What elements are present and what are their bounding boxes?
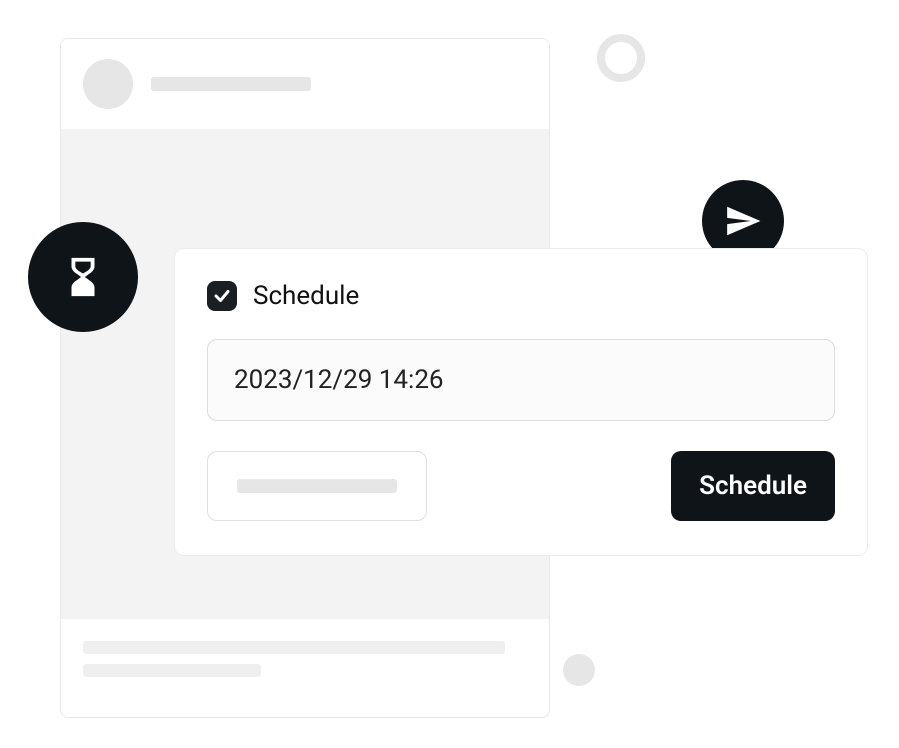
button-placeholder [237, 479, 397, 493]
avatar [83, 59, 133, 109]
text-placeholder [83, 664, 261, 677]
text-placeholder [83, 641, 505, 654]
dot-decor [563, 654, 595, 686]
post-header [61, 39, 549, 129]
ring-decor [597, 34, 645, 82]
hourglass-icon [60, 254, 106, 300]
schedule-label: Schedule [253, 281, 359, 311]
schedule-header: Schedule [207, 281, 835, 311]
secondary-button[interactable] [207, 451, 427, 521]
post-footer [61, 619, 549, 709]
post-title-placeholder [151, 77, 311, 91]
schedule-button[interactable]: Schedule [671, 451, 835, 521]
paper-plane-icon [724, 202, 762, 240]
schedule-checkbox[interactable] [207, 281, 237, 311]
check-icon [213, 287, 231, 305]
datetime-input[interactable] [207, 339, 835, 421]
schedule-actions: Schedule [207, 451, 835, 521]
schedule-modal: Schedule Schedule [174, 248, 868, 556]
schedule-indicator [28, 222, 138, 332]
